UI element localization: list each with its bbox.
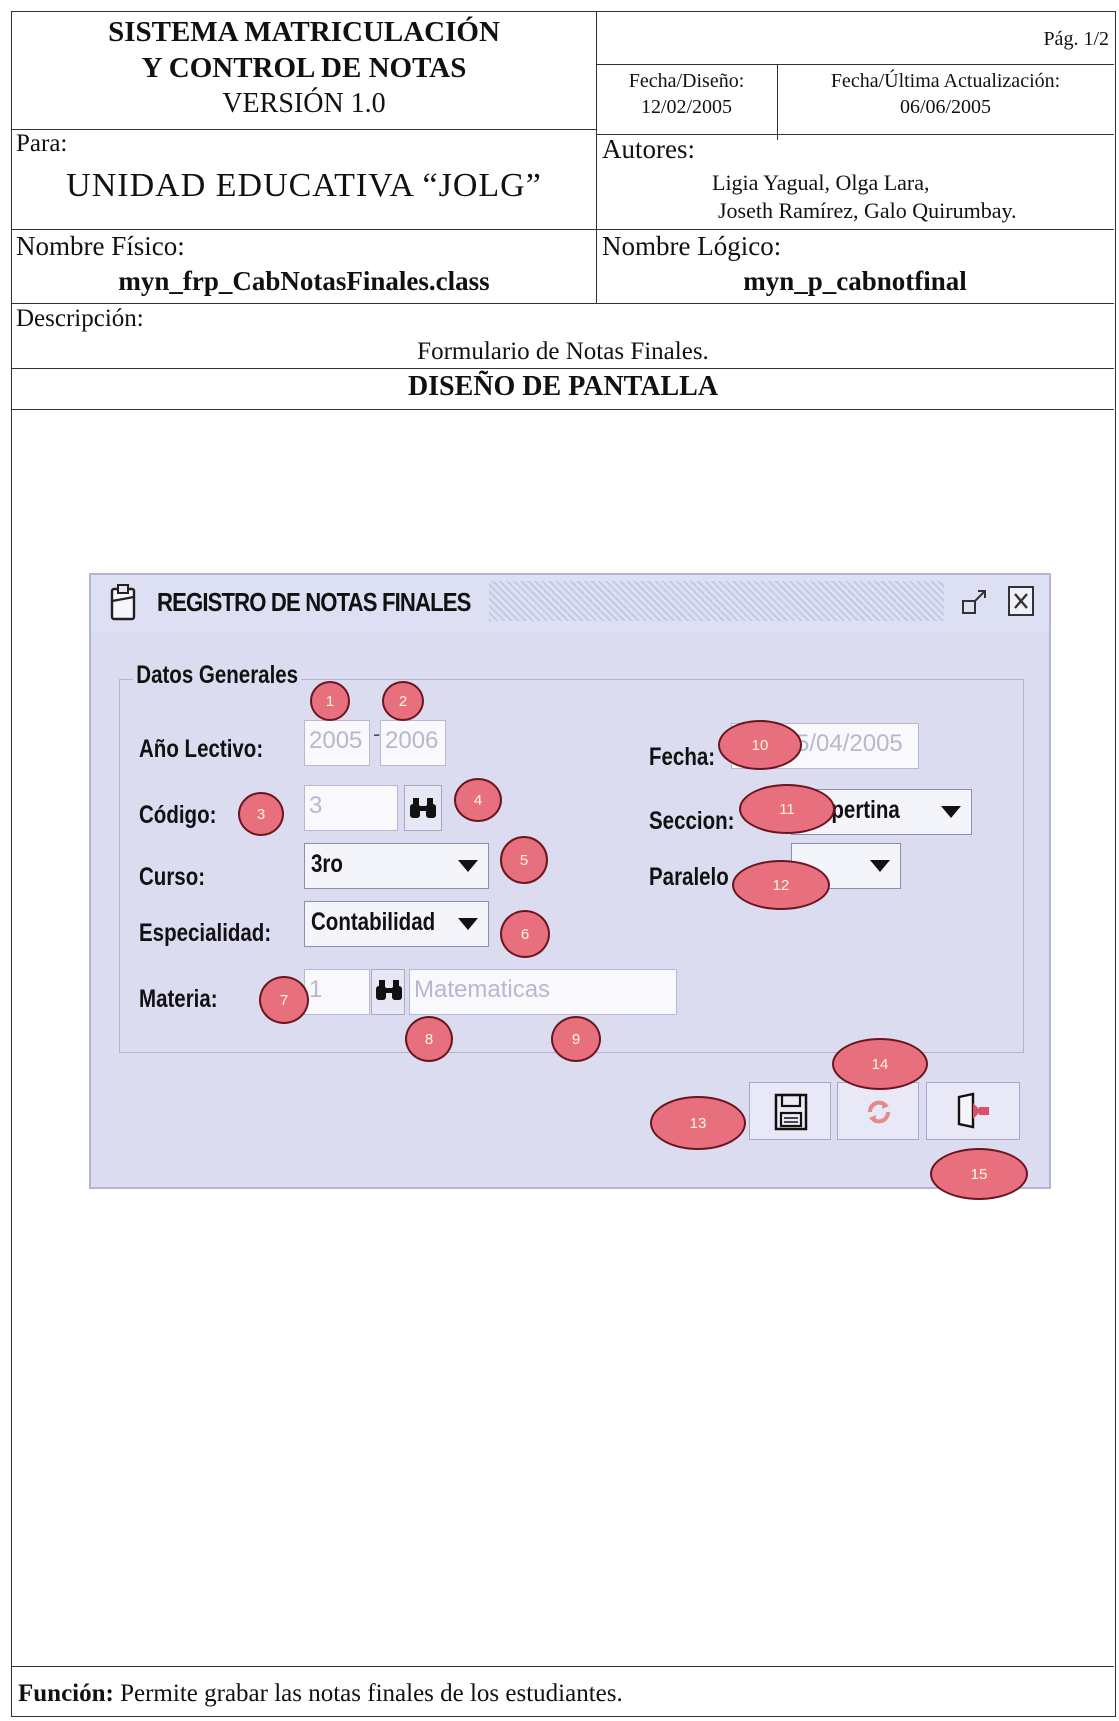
authors-line1: Ligia Yagual, Olga Lara, <box>712 170 930 195</box>
callout-7: 7 <box>259 976 309 1024</box>
refresh-button[interactable] <box>837 1082 919 1140</box>
ano-inicio-field[interactable]: 2005 <box>304 720 370 766</box>
exit-door-icon <box>955 1091 995 1136</box>
especialidad-value: Contabilidad <box>311 908 436 936</box>
exit-button[interactable] <box>926 1082 1020 1140</box>
logical-name-label: Nombre Lógico: <box>602 231 782 261</box>
header-divider <box>12 409 1114 410</box>
header-divider <box>12 229 1114 230</box>
refresh-icon <box>862 1095 896 1134</box>
footer-divider <box>12 1666 1114 1667</box>
design-date: 12/02/2005 <box>640 96 733 118</box>
system-title-line1: SISTEMA MATRICULACIÓN <box>108 16 500 48</box>
paralelo-label: Paralelo <box>649 863 729 891</box>
header-divider <box>12 303 1114 304</box>
header-divider <box>12 129 596 130</box>
find-codigo-button[interactable] <box>404 785 442 831</box>
callout-1: 1 <box>310 681 350 721</box>
para-label: Para: <box>16 130 68 157</box>
materia-codigo-field[interactable]: 1 <box>304 969 370 1015</box>
description-text: Formulario de Notas Finales. <box>417 338 709 365</box>
callout-10: 10 <box>718 720 802 770</box>
save-button[interactable] <box>749 1082 831 1140</box>
binoculars-icon <box>408 796 438 825</box>
physical-name: myn_frp_CabNotasFinales.class <box>118 266 490 296</box>
section-title: DISEÑO DE PANTALLA <box>407 371 719 402</box>
codigo-label: Código: <box>139 801 217 829</box>
callout-8: 8 <box>405 1016 453 1062</box>
callout-2: 2 <box>382 681 424 721</box>
floppy-disk-icon <box>774 1093 808 1136</box>
curso-combo[interactable]: 3ro <box>304 843 489 889</box>
seccion-label: Seccion: <box>649 807 735 835</box>
callout-6: 6 <box>500 910 550 958</box>
registro-notas-window: REGISTRO DE NOTAS FINALES Datos Generale… <box>89 573 1051 1189</box>
window-title: REGISTRO DE NOTAS FINALES <box>157 587 471 617</box>
ano-lectivo-label: Año Lectivo: <box>139 735 264 763</box>
ano-fin-field[interactable]: 2006 <box>380 720 446 766</box>
restore-icon[interactable] <box>961 587 989 622</box>
header-divider <box>596 12 597 303</box>
callout-5: 5 <box>500 836 548 884</box>
header-divider <box>596 64 1114 65</box>
chevron-down-icon <box>458 918 478 930</box>
window-app-icon <box>109 583 137 626</box>
chevron-down-icon <box>870 860 890 872</box>
especialidad-label: Especialidad: <box>139 919 272 947</box>
update-date-label: Fecha/Última Actualización: <box>830 70 1061 92</box>
update-date: 06/06/2005 <box>899 96 992 118</box>
curso-value: 3ro <box>311 850 343 878</box>
authors-line2: Joseth Ramírez, Galo Quirumbay. <box>718 198 1017 223</box>
chevron-down-icon <box>458 860 478 872</box>
find-materia-button[interactable] <box>371 969 405 1015</box>
callout-3: 3 <box>238 792 284 836</box>
funcion-row: Función: Permite grabar las notas finale… <box>18 1680 623 1708</box>
binoculars-icon <box>374 978 404 1007</box>
physical-name-label: Nombre Físico: <box>16 231 185 261</box>
materia-nombre-field[interactable]: Matematicas <box>409 969 677 1015</box>
funcion-label: Función: <box>18 1680 114 1707</box>
materia-label: Materia: <box>139 985 218 1013</box>
chevron-down-icon <box>941 806 961 818</box>
callout-9: 9 <box>551 1016 601 1062</box>
version-label: VERSIÓN 1.0 <box>222 88 386 119</box>
callout-14: 14 <box>832 1038 928 1090</box>
header-divider <box>12 368 1114 369</box>
callout-13: 13 <box>650 1096 746 1150</box>
callout-11: 11 <box>739 784 835 834</box>
especialidad-combo[interactable]: Contabilidad <box>304 901 489 947</box>
funcion-text: Permite grabar las notas finales de los … <box>120 1680 623 1707</box>
system-title-line2: Y CONTROL DE NOTAS <box>141 52 467 84</box>
codigo-field[interactable]: 3 <box>304 785 398 831</box>
curso-label: Curso: <box>139 863 206 891</box>
authors-label: Autores: <box>602 134 695 164</box>
description-label: Descripción: <box>16 305 144 332</box>
callout-4: 4 <box>454 778 502 822</box>
design-date-label: Fecha/Diseño: <box>628 70 745 92</box>
logical-name: myn_p_cabnotfinal <box>743 266 967 296</box>
callout-15: 15 <box>930 1148 1028 1200</box>
callout-12: 12 <box>732 860 830 910</box>
title-pattern <box>489 581 944 621</box>
window-titlebar[interactable]: REGISTRO DE NOTAS FINALES <box>91 575 1049 631</box>
institution-name: UNIDAD EDUCATIVA “JOLG” <box>66 167 542 204</box>
close-icon[interactable] <box>1007 585 1035 622</box>
page-number: Pág. 1/2 <box>1043 28 1109 50</box>
group-title: Datos Generales <box>133 661 302 690</box>
fecha-label: Fecha: <box>649 743 716 771</box>
